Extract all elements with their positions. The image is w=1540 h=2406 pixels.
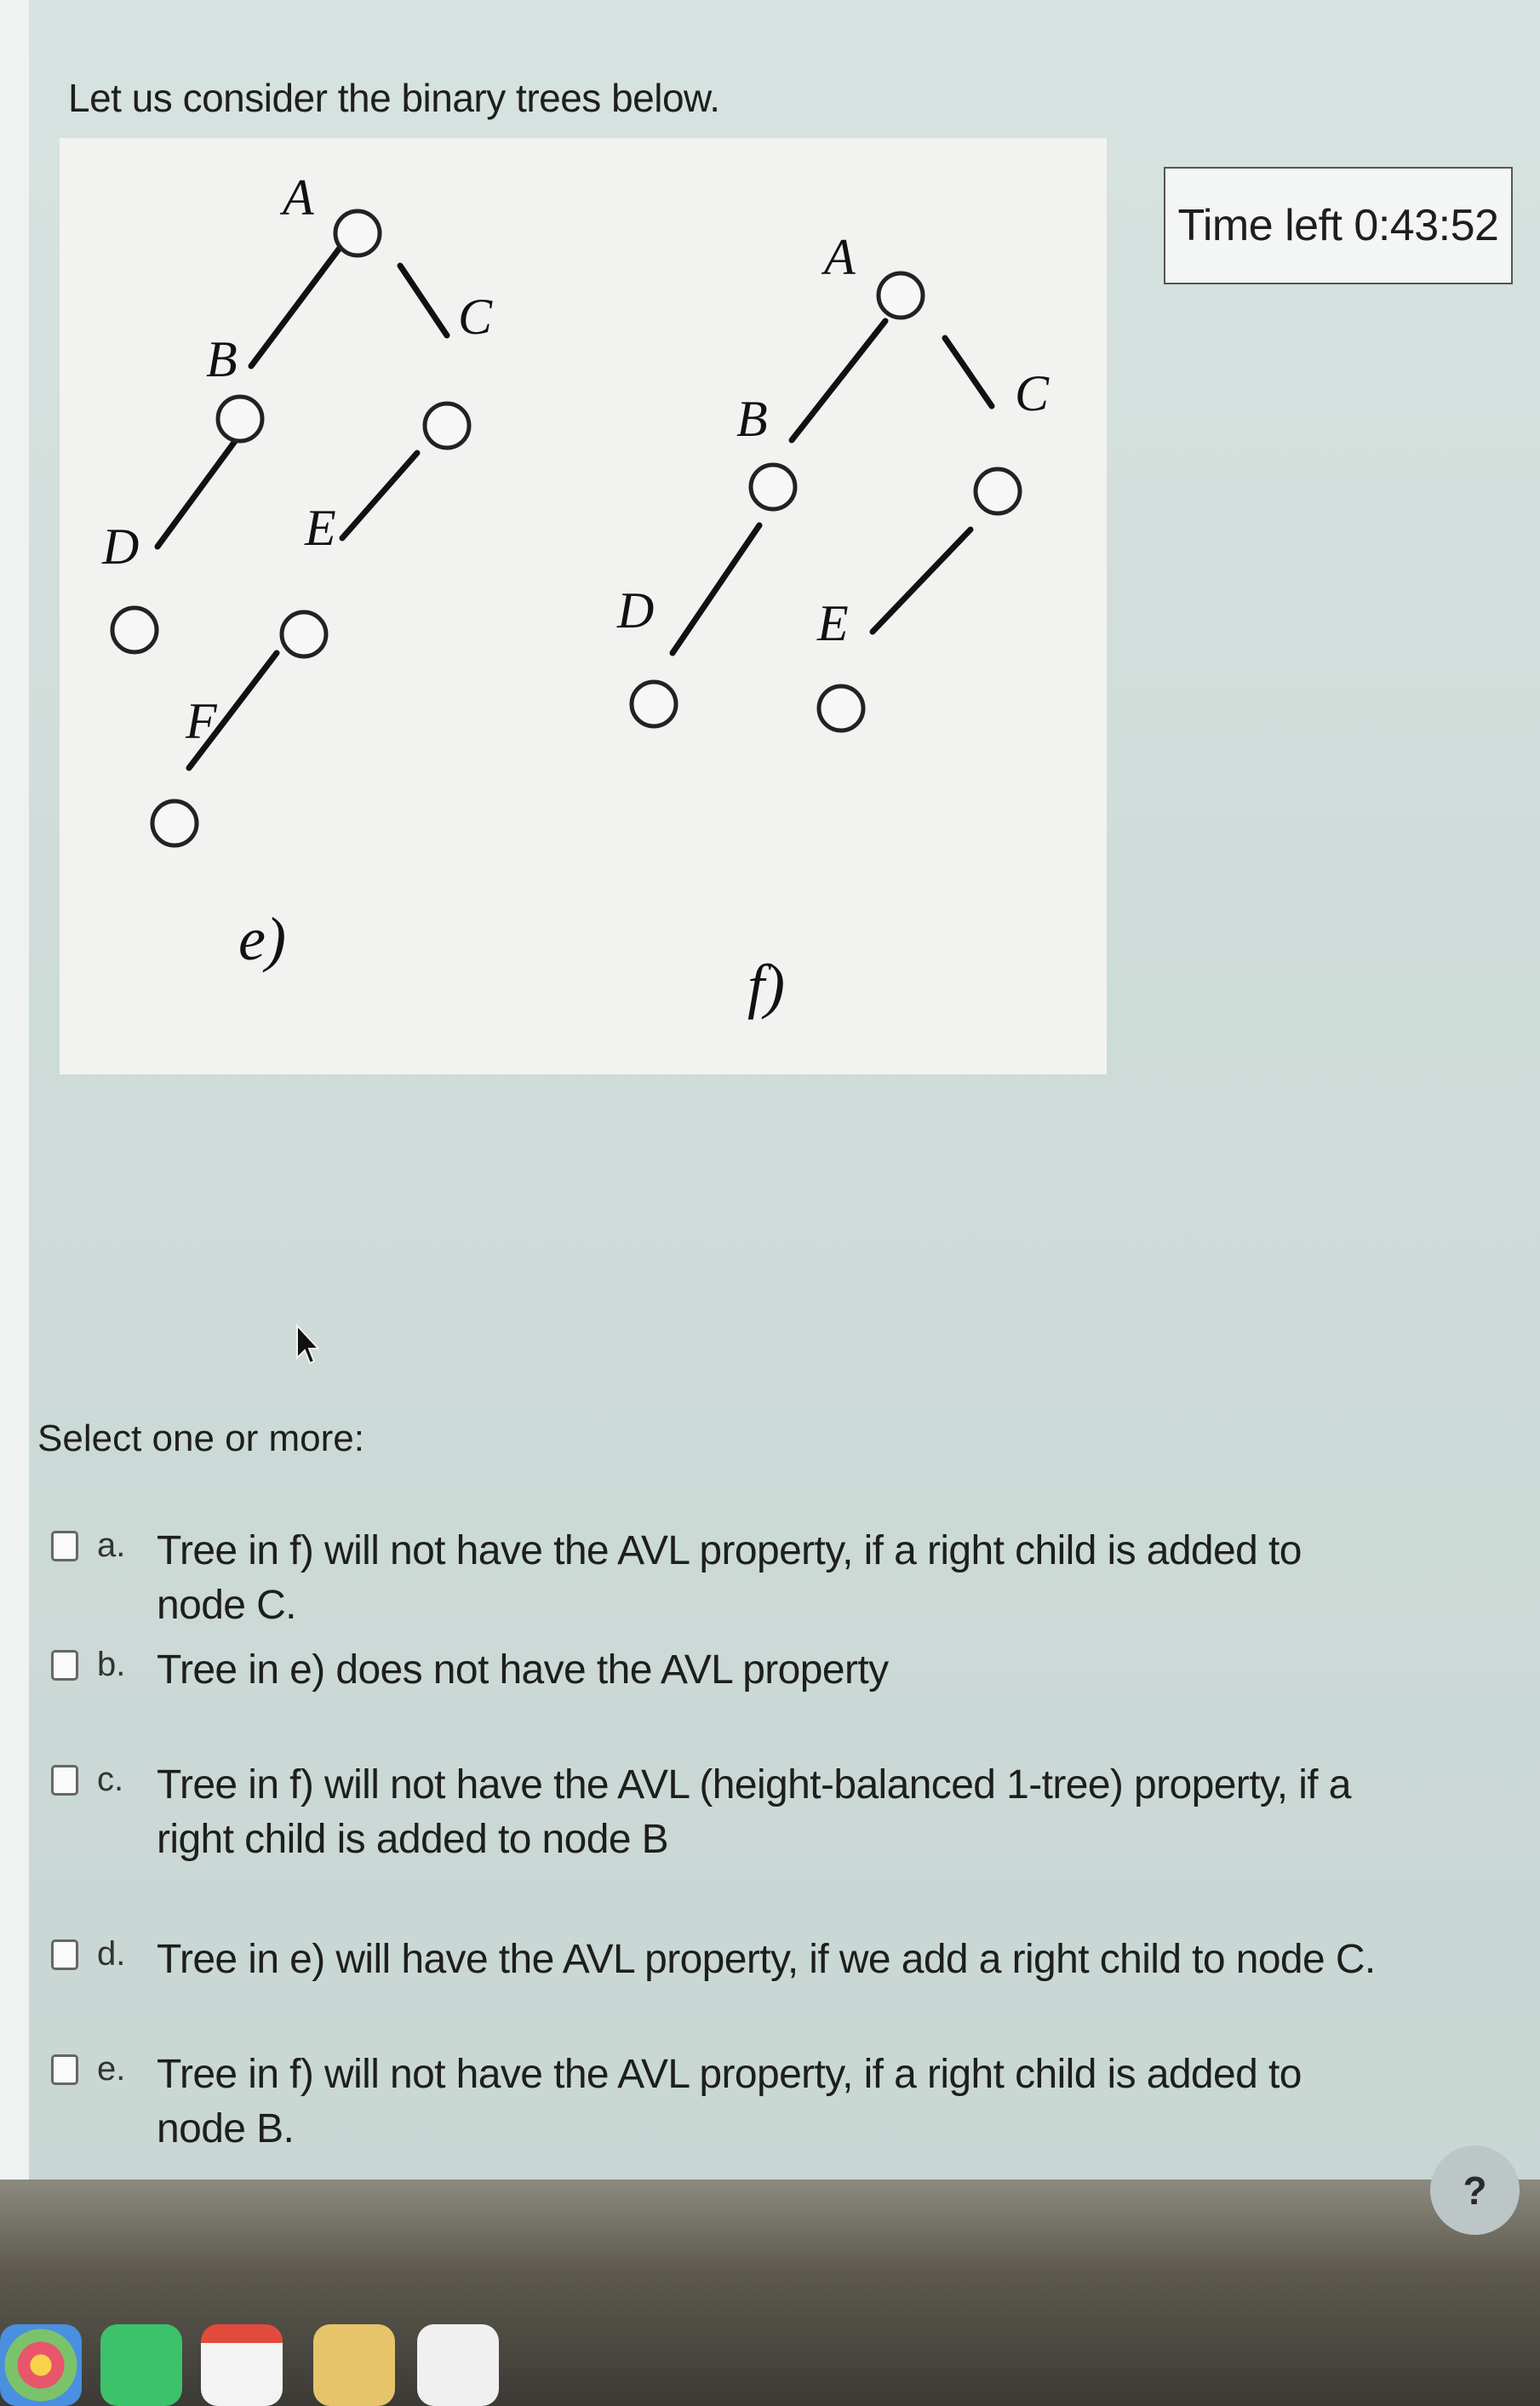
option-e[interactable]: e. Tree in f) will not have the AVL prop… [51,2048,1379,2157]
option-d-letter: d. [97,1935,126,1973]
option-d-checkbox[interactable] [51,1939,78,1970]
option-a-text[interactable]: Tree in f) will not have the AVL propert… [152,1524,1379,1633]
caption-tree-f: f) [747,952,785,1020]
photos-app-icon[interactable] [0,2324,82,2406]
reminders-app-icon[interactable] [417,2324,499,2406]
edge-e-b-d [154,424,249,550]
option-c[interactable]: c. Tree in f) will not have the AVL (hei… [51,1758,1379,1867]
facetime-app-icon[interactable] [100,2324,182,2406]
label-f-b: B [736,391,768,447]
question-intro: Let us consider the binary trees below. [68,76,720,120]
notes-app-icon[interactable] [313,2324,395,2406]
option-e-text[interactable]: Tree in f) will not have the AVL propert… [152,2048,1379,2157]
label-f-c: C [1015,365,1050,421]
label-e-f: F [185,693,218,749]
label-e-d: D [101,518,139,575]
label-e-b: B [206,331,238,387]
node-e-b [215,394,265,444]
option-d[interactable]: d. Tree in e) will have the AVL property… [51,1933,1379,1987]
label-f-d: D [616,582,654,639]
option-b[interactable]: b. Tree in e) does not have the AVL prop… [51,1643,1379,1698]
label-f-a: A [821,229,856,285]
time-left-box: Time left 0:43:52 [1164,167,1513,284]
option-c-checkbox[interactable] [51,1765,78,1796]
option-a-letter: a. [97,1527,126,1564]
option-c-letter: c. [97,1761,124,1798]
node-e-e [279,610,329,659]
node-f-c [973,467,1022,516]
node-f-e [816,684,866,733]
edge-f-a-b [788,318,889,444]
label-e-e: E [304,500,336,556]
label-e-c: C [458,289,493,345]
edge-f-b-d [669,522,763,656]
node-e-f [150,799,199,848]
select-prompt: Select one or more: [37,1418,364,1459]
node-f-b [748,462,798,512]
calendar-app-icon[interactable] [201,2324,283,2406]
binary-trees-diagram: A B C D E F A B C D E e) f) [101,169,1050,1020]
time-left-text: Time left 0:43:52 [1177,201,1499,250]
edge-e-c-e [339,450,421,541]
node-e-c [422,401,472,450]
option-b-text[interactable]: Tree in e) does not have the AVL propert… [152,1643,1379,1698]
binary-trees-figure: A B C D E F A B C D E e) f) [60,138,1107,1074]
page-left-margin [0,0,29,2214]
help-button[interactable]: ? [1430,2145,1520,2235]
option-b-letter: b. [97,1646,126,1683]
node-e-a [333,209,382,258]
node-f-a [876,271,925,320]
node-f-d [629,679,678,729]
option-e-letter: e. [97,2050,126,2088]
help-label: ? [1463,2168,1487,2213]
option-a[interactable]: a. Tree in f) will not have the AVL prop… [51,1524,1379,1633]
option-a-checkbox[interactable] [51,1531,78,1561]
option-b-checkbox[interactable] [51,1650,78,1681]
node-e-d [110,605,159,655]
option-d-text[interactable]: Tree in e) will have the AVL property, i… [152,1933,1379,1987]
label-e-a: A [279,169,314,226]
edge-e-a-b [248,243,344,369]
mouse-pointer-icon [296,1324,319,1365]
edge-f-c-e [869,526,974,635]
edge-e-a-c [397,262,450,339]
caption-tree-e: e) [238,905,286,973]
option-e-checkbox[interactable] [51,2054,78,2085]
label-f-e: E [816,595,849,651]
edge-f-a-c [942,335,995,410]
option-c-text[interactable]: Tree in f) will not have the AVL (height… [152,1758,1379,1867]
